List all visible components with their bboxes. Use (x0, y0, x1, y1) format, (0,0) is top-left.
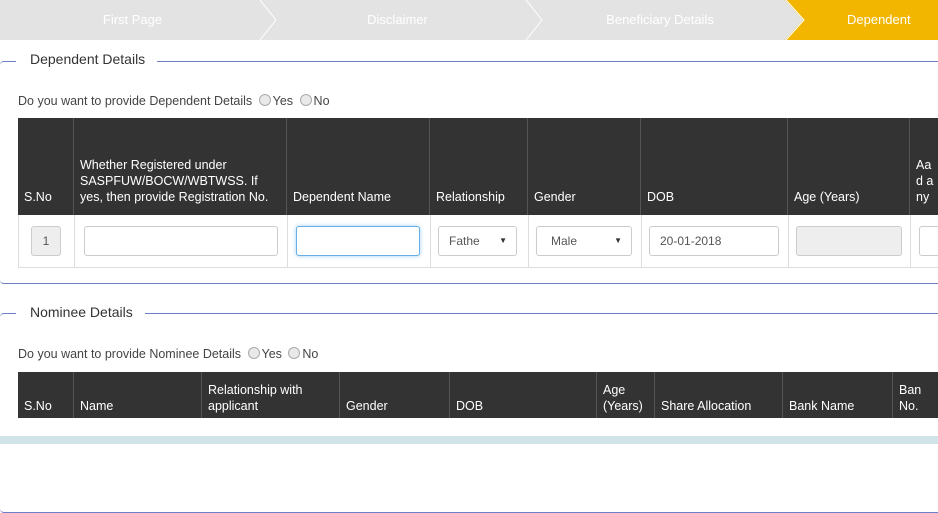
nominee-question-text: Do you want to provide Nominee Details (18, 347, 242, 361)
col-sno: S.No (18, 372, 74, 418)
col-dob: DOB (450, 372, 597, 418)
nominee-yes-label: Yes (261, 347, 282, 361)
nominee-no-label: No (302, 347, 319, 361)
col-registration: Whether Registered under SASPFUW/BOCW/WB… (74, 118, 287, 215)
col-share-allocation: Share Allocation (655, 372, 783, 418)
bottom-bar (0, 436, 938, 444)
dependent-details-legend: Dependent Details (16, 51, 158, 67)
col-age: Age (Years) (597, 372, 655, 418)
col-aadhaar: Aad any (916, 158, 934, 204)
col-sno: S.No (18, 118, 74, 215)
col-name: Name (74, 372, 202, 418)
age-field (796, 226, 902, 256)
gender-select[interactable]: Male ▼ (536, 226, 632, 256)
gender-value: Male (551, 234, 578, 248)
col-relationship-with-applicant: Relationship with applicant (202, 372, 340, 418)
dependent-no-label: No (313, 94, 330, 108)
relationship-value: Fathe (449, 234, 480, 248)
col-dob: DOB (641, 118, 788, 215)
col-relationship: Relationship (430, 118, 528, 215)
chevron-down-icon: ▼ (499, 236, 507, 245)
step-beneficiary-details[interactable]: Beneficiary Details (530, 0, 790, 40)
dependent-yes-radio[interactable] (258, 94, 271, 106)
wizard-steps: First Page Disclaimer Beneficiary Detail… (0, 0, 938, 40)
dependent-question-text: Do you want to provide Dependent Details (18, 94, 253, 108)
col-bank-name: Bank Name (783, 372, 893, 418)
registration-input[interactable] (84, 226, 278, 256)
dependent-table-header: S.No Whether Registered under SASPFUW/BO… (18, 118, 938, 215)
dependent-yes-label: Yes (272, 94, 294, 108)
table-row: 1 Fathe ▼ Male ▼ 20-01-2018 (18, 215, 938, 268)
nominee-details-legend: Nominee Details (16, 304, 145, 320)
col-gender: Gender (340, 372, 450, 418)
dependent-name-input[interactable] (296, 226, 420, 256)
step-arrow-icon (785, 0, 805, 40)
chevron-down-icon: ▼ (614, 236, 622, 245)
nominee-yes-radio[interactable] (247, 347, 260, 359)
dob-input[interactable]: 20-01-2018 (649, 226, 779, 256)
nominee-no-radio[interactable] (288, 347, 301, 359)
step-disclaimer[interactable]: Disclaimer (265, 0, 530, 40)
sno-field: 1 (31, 226, 61, 256)
step-first-page[interactable]: First Page (0, 0, 265, 40)
dependent-question: Do you want to provide Dependent Details… (18, 94, 330, 108)
col-age: Age (Years) (788, 118, 910, 215)
aadhaar-input[interactable] (919, 226, 938, 256)
col-bank-account-no: Ban No. (899, 383, 922, 413)
dependent-no-radio[interactable] (299, 94, 312, 106)
col-dependent-name: Dependent Name (287, 118, 430, 215)
nominee-question: Do you want to provide Nominee Details Y… (18, 347, 318, 361)
nominee-table-header: S.No Name Relationship with applicant Ge… (18, 372, 938, 418)
relationship-select[interactable]: Fathe ▼ (438, 226, 517, 256)
col-gender: Gender (528, 118, 641, 215)
